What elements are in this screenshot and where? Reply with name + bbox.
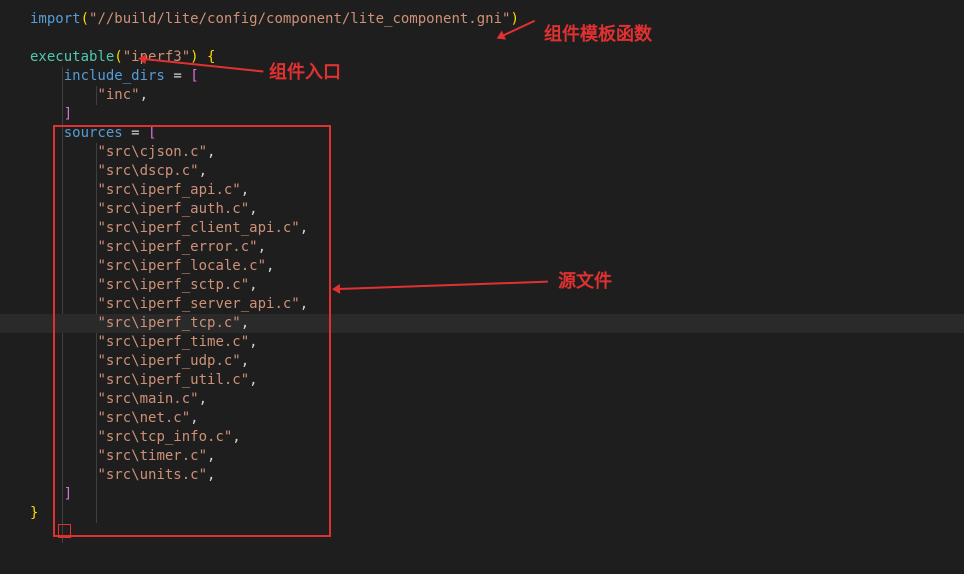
include-dirs-keyword: include_dirs (64, 68, 165, 84)
source-file: "src\iperf_error.c" (97, 239, 257, 255)
code-line[interactable]: "src\tcp_info.c", (0, 428, 964, 447)
code-line[interactable]: "src\iperf_client_api.c", (0, 219, 964, 238)
source-file: "src\iperf_tcp.c" (97, 315, 240, 331)
code-line[interactable]: sources = [ (0, 124, 964, 143)
code-line[interactable]: ] (0, 485, 964, 504)
code-line[interactable]: } (0, 504, 964, 523)
code-line[interactable]: "src\iperf_sctp.c", (0, 276, 964, 295)
code-line[interactable]: "src\cjson.c", (0, 143, 964, 162)
source-file: "src\dscp.c" (97, 163, 198, 179)
code-line[interactable]: import("//build/lite/config/component/li… (0, 10, 964, 29)
code-line[interactable]: include_dirs = [ (0, 67, 964, 86)
source-file: "src\iperf_server_api.c" (97, 296, 299, 312)
code-line[interactable]: "src\iperf_error.c", (0, 238, 964, 257)
code-editor[interactable]: import("//build/lite/config/component/li… (0, 0, 964, 542)
source-file: "src\iperf_client_api.c" (97, 220, 299, 236)
code-line[interactable]: "src\iperf_api.c", (0, 181, 964, 200)
executable-arg: "iperf3" (123, 49, 190, 65)
sources-keyword: sources (64, 125, 123, 141)
code-line[interactable]: "src\iperf_server_api.c", (0, 295, 964, 314)
code-line[interactable]: "src\iperf_auth.c", (0, 200, 964, 219)
source-file: "src\iperf_locale.c" (97, 258, 266, 274)
code-line[interactable] (0, 523, 964, 542)
import-path: "//build/lite/config/component/lite_comp… (89, 11, 510, 27)
source-file: "src\iperf_time.c" (97, 334, 249, 350)
code-line[interactable]: "src\net.c", (0, 409, 964, 428)
code-line[interactable]: "src\dscp.c", (0, 162, 964, 181)
executable-keyword: executable (30, 49, 114, 65)
code-line[interactable]: "src\iperf_udp.c", (0, 352, 964, 371)
source-file: "src\iperf_auth.c" (97, 201, 249, 217)
code-line[interactable]: "src\timer.c", (0, 447, 964, 466)
code-line-active[interactable]: "src\iperf_tcp.c", (0, 314, 964, 333)
source-file: "src\units.c" (97, 467, 207, 483)
code-line[interactable]: "src\iperf_util.c", (0, 371, 964, 390)
code-line[interactable]: "src\iperf_locale.c", (0, 257, 964, 276)
code-line[interactable]: "src\iperf_time.c", (0, 333, 964, 352)
source-file: "src\net.c" (97, 410, 190, 426)
source-file: "src\iperf_util.c" (97, 372, 249, 388)
code-line[interactable]: ] (0, 105, 964, 124)
source-file: "src\timer.c" (97, 448, 207, 464)
code-line[interactable]: "src\main.c", (0, 390, 964, 409)
code-line[interactable]: "src\units.c", (0, 466, 964, 485)
source-file: "src\tcp_info.c" (97, 429, 232, 445)
source-file: "src\iperf_api.c" (97, 182, 240, 198)
include-dirs-value: "inc" (97, 87, 139, 103)
code-line[interactable]: executable("iperf3") { (0, 48, 964, 67)
source-file: "src\iperf_udp.c" (97, 353, 240, 369)
source-file: "src\iperf_sctp.c" (97, 277, 249, 293)
source-file: "src\main.c" (97, 391, 198, 407)
import-keyword: import (30, 11, 81, 27)
code-line[interactable]: "inc", (0, 86, 964, 105)
code-line[interactable] (0, 29, 964, 48)
source-file: "src\cjson.c" (97, 144, 207, 160)
